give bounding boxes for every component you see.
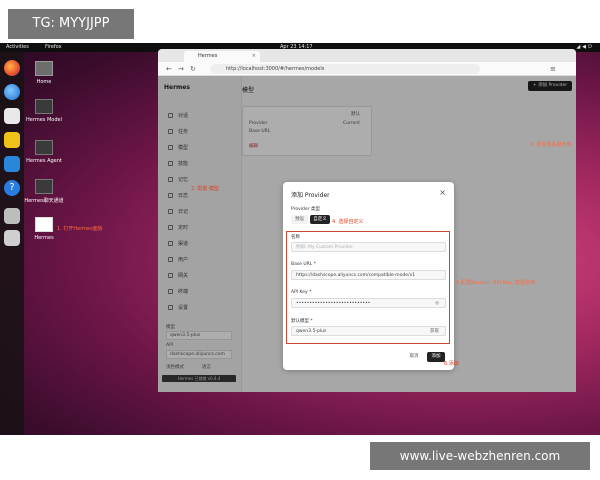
desktop-item-hermes-agent[interactable]: Hermes Agent	[18, 140, 70, 164]
annotation-highlight-box	[286, 231, 450, 344]
tab-hermes[interactable]: Hermes ×	[184, 51, 260, 62]
reload-icon[interactable]: ↻	[190, 64, 196, 74]
close-icon[interactable]: ×	[439, 188, 446, 197]
tab-bar: Hermes ×	[158, 49, 576, 62]
terminal-icon	[35, 140, 53, 155]
watermark-top-left: TG: MYYJJPP	[8, 9, 134, 39]
tab-preset[interactable]: 预设	[291, 215, 308, 224]
cancel-button[interactable]: 取消	[405, 352, 423, 362]
dialog-title: 添加 Provider	[291, 192, 330, 199]
back-icon[interactable]: ←	[166, 64, 172, 74]
annotation-step3: 3. 添加更多服务商	[530, 142, 572, 148]
tab-close-icon[interactable]: ×	[252, 51, 256, 62]
provider-type-label: Provider 类型	[291, 207, 320, 212]
desktop-item-home[interactable]: Home	[18, 61, 70, 85]
desktop-item-label: Hermes	[34, 235, 54, 241]
forward-icon[interactable]: →	[178, 64, 184, 74]
annotation-step1: 1. 打开Hermes面板	[57, 226, 103, 232]
desktop-item-label: Hermes Model	[26, 117, 62, 123]
activities-button[interactable]: Activities	[6, 43, 29, 52]
screenshot-canvas: Activities Firefox Apr 23 14:17 ◢◀⏻ ? Ho…	[0, 0, 600, 480]
annotation-step5: 5.配置BaseUrl, API Key, 模型名称	[456, 280, 535, 286]
desktop-item-hermes-model[interactable]: Hermes Model	[18, 99, 70, 123]
desktop-item-label: Home	[36, 79, 52, 85]
add-button[interactable]: 添加	[427, 352, 445, 362]
active-app-label[interactable]: Firefox	[45, 43, 62, 52]
power-icon[interactable]: ⏻	[588, 44, 594, 50]
terminal-icon	[35, 99, 53, 114]
tab-custom[interactable]: 自定义	[310, 215, 330, 224]
terminal-icon	[35, 179, 53, 194]
url-input[interactable]: http://localhost:3000/#/hermes/models	[210, 64, 480, 74]
watermark-bottom-right: www.live-webzhenren.com	[370, 442, 590, 470]
thunderbird-icon[interactable]	[4, 84, 20, 100]
annotation-step2: 2. 配置·模型	[191, 186, 219, 192]
tab-title: Hermes	[198, 53, 218, 59]
menu-icon[interactable]: ≡	[550, 64, 556, 74]
desktop-item-label: Hermes聊天通道	[24, 198, 64, 204]
annotation-step4: 4. 选择自定义	[332, 219, 364, 225]
folder-icon	[35, 61, 53, 76]
annotation-step6: 6.添加	[444, 361, 459, 367]
desktop-item-hermes-chat[interactable]: Hermes聊天通道	[18, 179, 70, 204]
avatar-icon	[35, 217, 53, 232]
nav-bar: ← → ↻ http://localhost:3000/#/hermes/mod…	[158, 62, 576, 76]
desktop-item-label: Hermes Agent	[26, 158, 62, 164]
system-tray[interactable]: ◢◀⏻	[576, 43, 594, 52]
